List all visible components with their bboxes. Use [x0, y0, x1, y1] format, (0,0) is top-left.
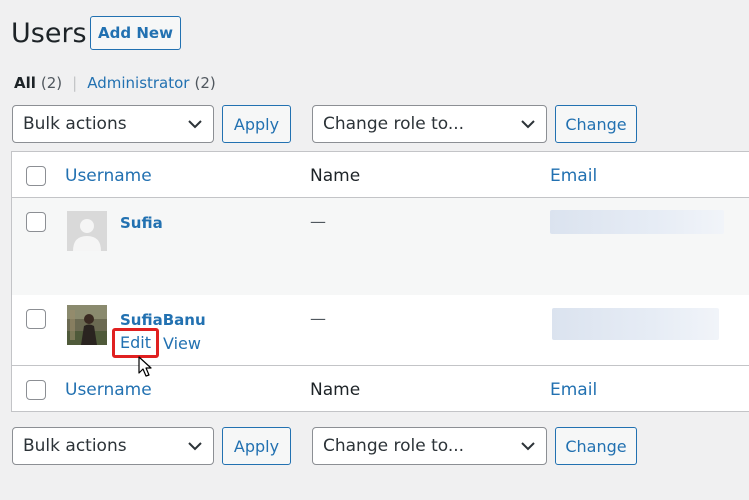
- chevron-down-icon: [521, 120, 535, 129]
- username-link[interactable]: Sufia: [120, 214, 163, 232]
- table-row: Sufia —: [12, 198, 749, 295]
- column-username[interactable]: Username: [65, 380, 152, 400]
- table-footer-row: Username Name Email: [12, 365, 749, 412]
- table-row: SufiaBanu Edit View —: [12, 295, 749, 365]
- username-link[interactable]: SufiaBanu: [120, 311, 206, 329]
- change-button-bottom[interactable]: Change: [555, 427, 637, 465]
- column-username[interactable]: Username: [65, 166, 152, 186]
- change-role-select-bottom[interactable]: Change role to...: [312, 427, 547, 465]
- apply-button-top[interactable]: Apply: [222, 105, 291, 143]
- filter-all[interactable]: All: [14, 74, 36, 92]
- change-role-value: Change role to...: [323, 114, 465, 134]
- chevron-down-icon: [188, 442, 202, 451]
- table-header-row: Username Name Email: [12, 152, 749, 198]
- edit-link[interactable]: Edit: [112, 328, 159, 358]
- default-avatar-icon: [67, 211, 107, 251]
- page-title: Users: [11, 18, 87, 49]
- bulk-actions-select-top[interactable]: Bulk actions: [12, 105, 214, 143]
- email-redacted: [552, 308, 719, 340]
- bulk-actions-value: Bulk actions: [23, 436, 127, 456]
- select-all-checkbox[interactable]: [26, 166, 46, 186]
- select-all-checkbox[interactable]: [26, 380, 46, 400]
- change-role-select-top[interactable]: Change role to...: [312, 105, 547, 143]
- user-role-filters: All (2) | Administrator (2): [14, 74, 216, 92]
- avatar: [67, 305, 107, 345]
- column-email[interactable]: Email: [550, 166, 597, 186]
- add-new-button[interactable]: Add New: [90, 16, 181, 50]
- bulk-actions-select-bottom[interactable]: Bulk actions: [12, 427, 214, 465]
- user-photo-avatar: [67, 305, 107, 345]
- name-cell: —: [310, 309, 326, 328]
- chevron-down-icon: [188, 120, 202, 129]
- column-name: Name: [310, 166, 361, 186]
- users-table: Username Name Email Sufia — SufiaBanu Ed…: [11, 151, 749, 412]
- view-link[interactable]: View: [163, 334, 201, 353]
- row-actions: Edit View: [112, 328, 201, 358]
- column-email[interactable]: Email: [550, 380, 597, 400]
- row-checkbox[interactable]: [26, 309, 46, 329]
- filter-administrator[interactable]: Administrator: [87, 74, 189, 92]
- bulk-actions-value: Bulk actions: [23, 114, 127, 134]
- apply-button-bottom[interactable]: Apply: [222, 427, 291, 465]
- filter-separator: |: [72, 74, 78, 92]
- filter-all-count: (2): [40, 74, 63, 92]
- change-button-top[interactable]: Change: [555, 105, 637, 143]
- email-redacted: [550, 210, 724, 234]
- row-checkbox[interactable]: [26, 212, 46, 232]
- change-role-value: Change role to...: [323, 436, 465, 456]
- chevron-down-icon: [521, 442, 535, 451]
- avatar: [67, 211, 107, 251]
- name-cell: —: [310, 212, 326, 231]
- filter-administrator-count: (2): [194, 74, 216, 92]
- column-name: Name: [310, 380, 361, 400]
- mouse-cursor-icon: [138, 356, 152, 377]
